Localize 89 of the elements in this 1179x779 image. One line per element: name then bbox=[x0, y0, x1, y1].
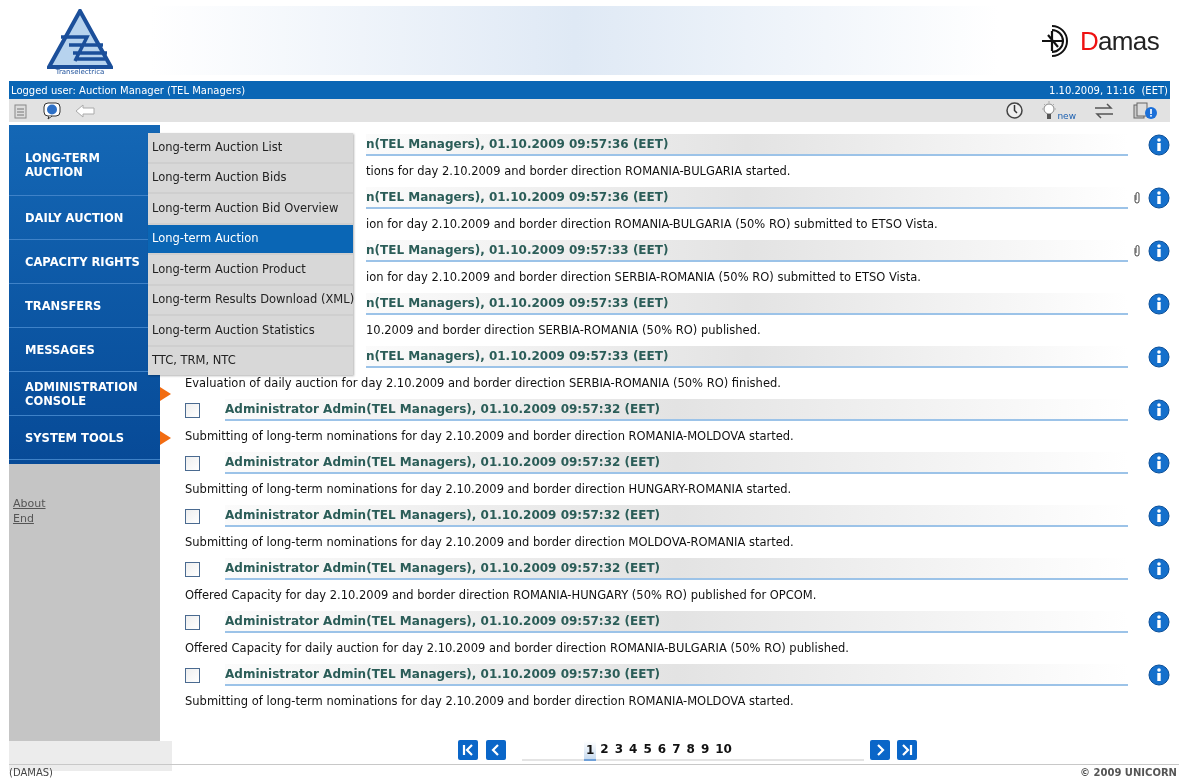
info-icon[interactable] bbox=[1148, 452, 1170, 474]
page-link[interactable]: 3 bbox=[612, 739, 626, 759]
sidebar-item[interactable]: MESSAGES bbox=[25, 342, 95, 357]
sidebar-item[interactable]: CAPACITY RIGHTS bbox=[25, 254, 140, 269]
page-link[interactable]: 1 bbox=[584, 741, 597, 761]
info-icon[interactable] bbox=[1148, 240, 1170, 262]
message-header: n(TEL Managers), 01.10.2009 09:57:33 (EET) bbox=[366, 293, 1128, 315]
message-header: Administrator Admin(TEL Managers), 01.10.2009 09:57:32 (EET) bbox=[225, 399, 1128, 421]
paperclip-icon[interactable] bbox=[1134, 192, 1140, 204]
message-text: Submitting of long-term nominations for day 2.10.2009 and border direction ROMANIA-MOLDOVA started. bbox=[185, 692, 794, 710]
menu-item[interactable]: Long-term Auction List bbox=[148, 133, 353, 162]
checkbox[interactable] bbox=[185, 667, 200, 683]
message-text: Submitting of long-term nominations for day 2.10.2009 and border direction MOLDOVA-ROMANIA started. bbox=[185, 533, 794, 551]
about-link[interactable]: About bbox=[13, 496, 46, 511]
info-icon[interactable] bbox=[1148, 293, 1170, 315]
page-link[interactable]: 6 bbox=[655, 739, 669, 759]
menu-item[interactable]: Long-term Auction Product bbox=[148, 255, 353, 284]
sidebar-item[interactable]: LONG-TERM AUCTION bbox=[25, 150, 115, 179]
message-header: Administrator Admin(TEL Managers), 01.10.2009 09:57:32 (EET) bbox=[225, 611, 1128, 633]
menu-item[interactable]: Long-term Auction bbox=[148, 224, 353, 253]
sidebar-item[interactable]: DAILY AUCTION bbox=[25, 210, 124, 225]
message-text: ion for day 2.10.2009 and border direction ROMANIA-BULGARIA (50% RO) submitted to ETSO Vista. bbox=[366, 215, 938, 233]
page-link[interactable]: 9 bbox=[698, 739, 712, 759]
next-page-button[interactable] bbox=[870, 740, 890, 760]
logged-user: Logged user: Auction Manager (TEL Managers) bbox=[11, 83, 246, 98]
message-header: Administrator Admin(TEL Managers), 01.10.2009 09:57:32 (EET) bbox=[225, 452, 1128, 474]
chevron-left-icon bbox=[491, 744, 501, 756]
page-link[interactable]: 2 bbox=[598, 739, 611, 759]
info-icon[interactable] bbox=[1148, 399, 1170, 421]
message-header: n(TEL Managers), 01.10.2009 09:57:33 (EET) bbox=[366, 346, 1128, 368]
checkbox[interactable] bbox=[185, 402, 200, 418]
new-label: new bbox=[1057, 111, 1076, 121]
documents-alert-icon[interactable] bbox=[1132, 101, 1158, 120]
message-text: Offered Capacity for daily auction for day 2.10.2009 and border direction ROMANIA-BULGARIA (50% RO) published. bbox=[185, 639, 849, 657]
last-page-icon bbox=[901, 744, 913, 756]
date-time: 1.10.2009, 11:16 (EET) bbox=[1049, 83, 1168, 98]
info-icon[interactable] bbox=[1148, 346, 1170, 368]
message-header: Administrator Admin(TEL Managers), 01.10.2009 09:57:32 (EET) bbox=[225, 558, 1128, 580]
message-header: n(TEL Managers), 01.10.2009 09:57:36 (EET) bbox=[366, 187, 1128, 209]
message-header: n(TEL Managers), 01.10.2009 09:57:33 (EET) bbox=[366, 240, 1128, 262]
info-icon[interactable] bbox=[1148, 505, 1170, 527]
message-text: 10.2009 and border direction SERBIA-ROMANIA (50% RO) published. bbox=[366, 321, 761, 339]
checkbox[interactable] bbox=[185, 614, 200, 630]
message-header: n(TEL Managers), 01.10.2009 09:57:36 (EET) bbox=[366, 134, 1128, 156]
new-ideas-button[interactable]: new bbox=[1041, 100, 1076, 121]
info-icon[interactable] bbox=[1148, 664, 1170, 686]
page-link[interactable]: 8 bbox=[684, 739, 697, 759]
exchange-arrows-icon[interactable] bbox=[1094, 102, 1114, 119]
checkbox[interactable] bbox=[185, 561, 200, 577]
chevron-right-icon bbox=[875, 744, 885, 756]
menu-item[interactable]: Long-term Auction Bids bbox=[148, 163, 353, 192]
message-text: Submitting of long-term nominations for day 2.10.2009 and border direction ROMANIA-MOLDOVA started. bbox=[185, 427, 794, 445]
footer-app-name: (DAMAS) bbox=[9, 765, 53, 779]
message-text: Evaluation of daily auction for day 2.10.2009 and border direction SERBIA-ROMANIA (50% RO) finished. bbox=[185, 374, 781, 392]
message-text: Offered Capacity for day 2.10.2009 and border direction ROMANIA-HUNGARY (50% RO) published for OPCOM. bbox=[185, 586, 817, 604]
brand-name: Damas bbox=[1079, 27, 1159, 54]
menu-item[interactable]: TTC, TRM, NTC bbox=[148, 346, 353, 375]
paperclip-icon[interactable] bbox=[1134, 245, 1140, 257]
info-icon[interactable] bbox=[1148, 134, 1170, 156]
page-link[interactable]: 5 bbox=[641, 739, 654, 759]
message-text: Submitting of long-term nominations for day 2.10.2009 and border direction HUNGARY-ROMANIA started. bbox=[185, 480, 792, 498]
clock-icon[interactable] bbox=[1006, 102, 1024, 119]
end-link[interactable]: End bbox=[13, 511, 34, 526]
last-page-button[interactable] bbox=[897, 740, 917, 760]
checkbox[interactable] bbox=[185, 508, 200, 524]
menu-item[interactable]: Long-term Results Download (XML) bbox=[148, 285, 353, 314]
page-link[interactable]: 7 bbox=[670, 739, 683, 759]
logo-icon bbox=[47, 9, 113, 69]
menu-item[interactable]: Long-term Auction Statistics bbox=[148, 316, 353, 345]
menu-item[interactable]: Long-term Auction Bid Overview bbox=[148, 194, 353, 223]
page-link[interactable]: 4 bbox=[627, 739, 640, 759]
message-text: ion for day 2.10.2009 and border direction SERBIA-ROMANIA (50% RO) submitted to ETSO Vista. bbox=[366, 268, 921, 286]
copyright: © 2009 UNICORN bbox=[1080, 765, 1178, 779]
sidebar-item[interactable]: ADMINISTRATION CONSOLE bbox=[25, 379, 144, 408]
first-page-button[interactable] bbox=[458, 740, 478, 760]
info-icon[interactable] bbox=[1148, 187, 1170, 209]
sidebar-item[interactable]: TRANSFERS bbox=[25, 298, 102, 313]
page-link[interactable]: 10 bbox=[713, 739, 734, 759]
checkbox[interactable] bbox=[185, 455, 200, 471]
first-page-icon bbox=[462, 744, 474, 756]
message-text: tions for day 2.10.2009 and border direction ROMANIA-BULGARIA started. bbox=[366, 162, 791, 180]
previous-page-button[interactable] bbox=[486, 740, 506, 760]
help-icon[interactable] bbox=[43, 101, 61, 120]
message-header: Administrator Admin(TEL Managers), 01.10.2009 09:57:32 (EET) bbox=[225, 505, 1128, 527]
info-icon[interactable] bbox=[1148, 558, 1170, 580]
message-header: Administrator Admin(TEL Managers), 01.10.2009 09:57:30 (EET) bbox=[225, 664, 1128, 686]
lightbulb-icon bbox=[1041, 100, 1058, 121]
info-icon[interactable] bbox=[1148, 611, 1170, 633]
sidebar-item[interactable]: SYSTEM TOOLS bbox=[25, 430, 125, 445]
